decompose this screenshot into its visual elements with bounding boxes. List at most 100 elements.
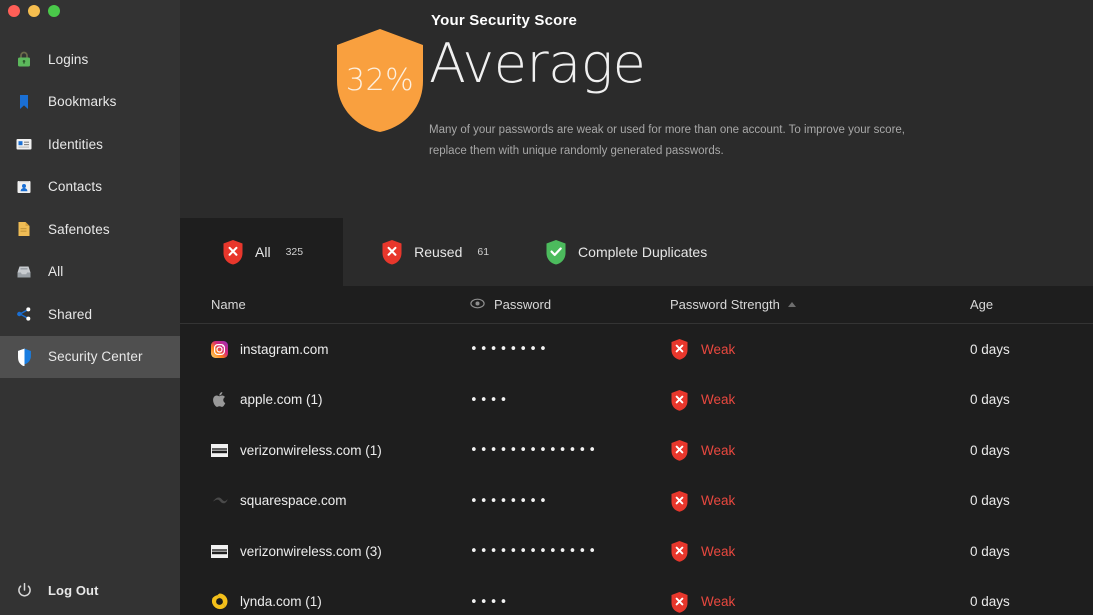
bookmark-icon bbox=[14, 92, 34, 112]
row-strength-label: Weak bbox=[701, 543, 736, 559]
row-name-label: squarespace.com bbox=[240, 493, 347, 509]
app-window: Logins Bookmarks Identities Contacts Saf… bbox=[0, 0, 1093, 615]
id-card-icon bbox=[14, 134, 34, 154]
sidebar-item-label: Contacts bbox=[48, 179, 103, 195]
row-age-cell: 0 days bbox=[970, 594, 1010, 610]
row-password-cell: ••••••••••••• bbox=[470, 544, 599, 560]
tab-complete-duplicates[interactable]: Complete Duplicates bbox=[513, 218, 746, 286]
row-age-cell: 0 days bbox=[970, 442, 1010, 458]
row-strength-cell: Weak bbox=[670, 540, 970, 562]
red-x-shield-icon bbox=[670, 389, 689, 411]
row-strength-cell: Weak bbox=[670, 338, 970, 360]
column-header-password[interactable]: Password bbox=[470, 297, 670, 312]
eye-icon[interactable] bbox=[470, 297, 485, 312]
inbox-icon bbox=[14, 262, 34, 282]
table-row[interactable]: verizonwireless.com (3) ••••••••••••• We… bbox=[180, 526, 1093, 577]
table-row[interactable]: instagram.com •••••••• Weak 0 days bbox=[180, 324, 1093, 375]
sidebar-item-label: Logins bbox=[48, 51, 89, 67]
row-name-label: verizonwireless.com (1) bbox=[240, 442, 382, 458]
row-name-cell: apple.com (1) bbox=[180, 391, 470, 408]
row-age-cell: 0 days bbox=[970, 341, 1010, 357]
lynda-icon bbox=[211, 593, 228, 610]
red-x-shield-icon bbox=[222, 239, 244, 265]
green-check-shield-icon bbox=[545, 239, 567, 265]
sidebar-item-all[interactable]: All bbox=[0, 251, 180, 294]
tab-all[interactable]: All 325 bbox=[180, 218, 344, 286]
apple-icon bbox=[211, 391, 228, 408]
red-x-shield-icon bbox=[381, 239, 403, 265]
column-header-password-label: Password bbox=[494, 297, 552, 312]
row-name-cell: verizonwireless.com (3) bbox=[180, 543, 470, 560]
lock-icon bbox=[14, 49, 34, 69]
sidebar-item-contacts[interactable]: Contacts bbox=[0, 166, 180, 209]
tab-count: 325 bbox=[285, 246, 304, 258]
sidebar-item-label: Safenotes bbox=[48, 221, 110, 237]
window-traffic-lights bbox=[8, 5, 60, 17]
row-name-label: verizonwireless.com (3) bbox=[240, 543, 382, 559]
red-x-shield-icon bbox=[670, 490, 689, 512]
row-strength-cell: Weak bbox=[670, 490, 970, 512]
row-strength-label: Weak bbox=[701, 493, 736, 509]
sidebar: Logins Bookmarks Identities Contacts Saf… bbox=[0, 0, 180, 615]
minimize-window-button[interactable] bbox=[28, 5, 40, 17]
column-header-age[interactable]: Age bbox=[970, 297, 1093, 312]
page-title: Your Security Score bbox=[431, 12, 578, 29]
passwords-table: Name Password Password Strength Age inst… bbox=[180, 286, 1093, 615]
tab-reused[interactable]: Reused 61 bbox=[343, 218, 513, 286]
score-rating: Average bbox=[429, 32, 646, 95]
sidebar-item-security-center[interactable]: Security Center bbox=[0, 335, 180, 378]
row-password-cell: •••••••• bbox=[470, 493, 549, 509]
maximize-window-button[interactable] bbox=[48, 5, 60, 17]
sidebar-item-logins[interactable]: Logins bbox=[0, 38, 180, 81]
row-strength-label: Weak bbox=[701, 594, 736, 610]
verizon-icon bbox=[211, 543, 228, 560]
score-percent: 32% bbox=[345, 62, 415, 98]
sidebar-item-bookmarks[interactable]: Bookmarks bbox=[0, 81, 180, 124]
row-password-cell: •••• bbox=[470, 392, 510, 408]
row-name-label: instagram.com bbox=[240, 341, 329, 357]
row-name-label: lynda.com (1) bbox=[240, 594, 322, 610]
instagram-icon bbox=[211, 340, 228, 358]
row-name-cell: instagram.com bbox=[180, 340, 470, 358]
contact-card-icon bbox=[14, 177, 34, 197]
table-row[interactable]: squarespace.com •••••••• Weak 0 days bbox=[180, 476, 1093, 527]
row-name-label: apple.com (1) bbox=[240, 392, 323, 408]
sidebar-nav: Logins Bookmarks Identities Contacts Saf… bbox=[0, 38, 180, 378]
table-row[interactable]: verizonwireless.com (1) ••••••••••••• We… bbox=[180, 425, 1093, 476]
row-age-cell: 0 days bbox=[970, 392, 1010, 408]
column-header-name[interactable]: Name bbox=[180, 297, 470, 312]
red-x-shield-icon bbox=[670, 591, 689, 613]
row-name-cell: squarespace.com bbox=[180, 492, 470, 509]
row-age-cell: 0 days bbox=[970, 543, 1010, 559]
table-row[interactable]: lynda.com (1) •••• Weak 0 days bbox=[180, 577, 1093, 615]
sidebar-item-label: Identities bbox=[48, 136, 104, 152]
tab-count: 61 bbox=[477, 246, 490, 258]
table-row[interactable]: apple.com (1) •••• Weak 0 days bbox=[180, 375, 1093, 426]
tab-label: Reused bbox=[414, 244, 463, 260]
logout-button[interactable]: Log Out bbox=[0, 571, 180, 609]
score-shield: 32% bbox=[335, 28, 431, 143]
column-header-password-strength[interactable]: Password Strength bbox=[670, 297, 970, 312]
red-x-shield-icon bbox=[670, 540, 689, 562]
red-x-shield-icon bbox=[670, 439, 689, 461]
shield-icon bbox=[14, 347, 34, 367]
red-x-shield-icon bbox=[670, 338, 689, 360]
sidebar-item-label: All bbox=[48, 264, 64, 280]
sidebar-item-identities[interactable]: Identities bbox=[0, 123, 180, 166]
squarespace-icon bbox=[211, 492, 228, 509]
close-window-button[interactable] bbox=[8, 5, 20, 17]
column-header-strength-label: Password Strength bbox=[670, 297, 780, 312]
row-age-cell: 0 days bbox=[970, 493, 1010, 509]
score-description: Many of your passwords are weak or used … bbox=[429, 124, 905, 158]
row-password-cell: ••••••••••••• bbox=[470, 443, 599, 459]
row-strength-cell: Weak bbox=[670, 439, 970, 461]
sidebar-item-shared[interactable]: Shared bbox=[0, 293, 180, 336]
logout-label: Log Out bbox=[48, 582, 99, 598]
row-name-cell: lynda.com (1) bbox=[180, 593, 470, 610]
row-strength-label: Weak bbox=[701, 392, 736, 408]
tab-label: All bbox=[255, 244, 271, 260]
row-password-cell: •••• bbox=[470, 594, 510, 610]
sidebar-item-safenotes[interactable]: Safenotes bbox=[0, 208, 180, 251]
sort-ascending-icon bbox=[787, 302, 796, 307]
tab-bar: All 325 Reused 61 Complete Duplicates bbox=[180, 218, 1093, 286]
